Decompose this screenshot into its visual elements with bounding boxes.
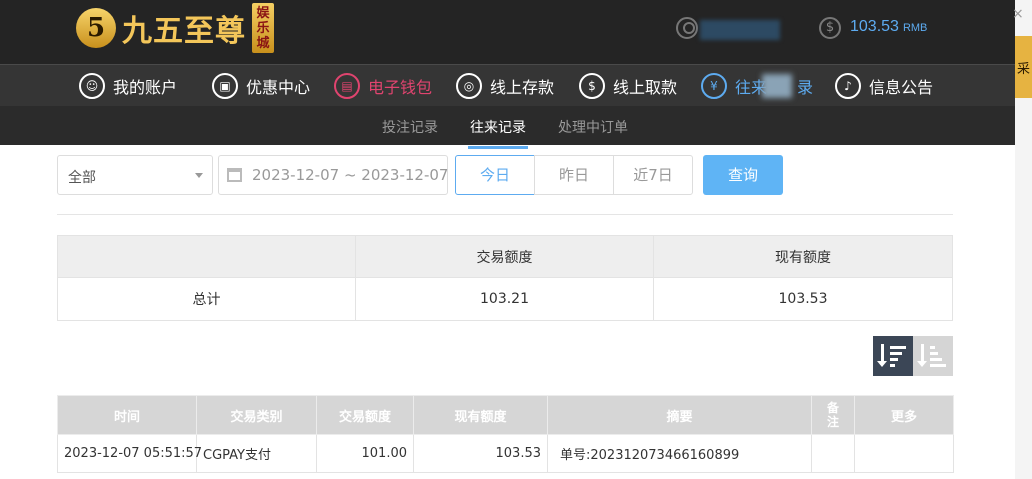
divider [57, 214, 953, 215]
chevron-down-icon [195, 173, 203, 178]
cell-summary: 单号:202312073466160899 [547, 434, 812, 473]
nav-label: 优惠中心 [246, 78, 311, 97]
logo-badge: 娱乐城 [252, 3, 274, 53]
logo-emblem: 5 [76, 8, 116, 48]
nav-transaction-records[interactable]: ¥ 往来录 [701, 70, 813, 102]
summary-header-cell: 交易额度 [355, 235, 654, 278]
cell-balance: 103.53 [413, 434, 548, 473]
user-icon: ☺ [79, 73, 105, 99]
deposit-icon: ◎ [456, 73, 482, 99]
summary-header-cell [57, 235, 356, 278]
column-header-more: 更多 [854, 395, 954, 435]
nav-label: 线上存款 [490, 78, 555, 97]
records-table: 时间 交易类别 交易额度 现有额度 摘要 备注 更多 2023-12-07 05… [57, 395, 954, 473]
site-logo[interactable]: 5 九五至尊 娱乐城 [76, 2, 274, 54]
cell-more[interactable] [854, 434, 954, 473]
nav-label: 线上取款 [613, 78, 678, 97]
cell-amount: 101.00 [316, 434, 414, 473]
sort-descending-button[interactable] [873, 336, 913, 376]
summary-cell: 103.53 [653, 277, 953, 321]
nav-label: 电子钱包 [368, 78, 433, 97]
column-header-summary: 摘要 [547, 395, 812, 435]
wallet-icon: ▤ [334, 73, 360, 99]
username-redacted [700, 20, 780, 40]
withdraw-icon: $ [579, 73, 605, 99]
nav-label-tail: 录 [797, 78, 814, 97]
redaction-mask [762, 74, 792, 98]
tab-pending-orders[interactable]: 处理中订单 [558, 117, 628, 137]
balance-value: 103.53 [850, 18, 899, 35]
bell-icon: ♪ [835, 73, 861, 99]
cell-note [811, 434, 855, 473]
nav-promotions[interactable]: ▣ 优惠中心 [212, 70, 310, 102]
query-button[interactable]: 查询 [703, 155, 783, 195]
balance-unit: RMB [902, 22, 928, 34]
gift-icon: ▣ [212, 73, 238, 99]
summary-header-cell: 现有额度 [653, 235, 953, 278]
records-header-row: 时间 交易类别 交易额度 现有额度 摘要 备注 更多 [57, 395, 954, 435]
column-header-balance: 现有额度 [413, 395, 548, 435]
sort-asc-icon [930, 346, 946, 370]
summary-cell: 103.21 [355, 277, 654, 321]
nav-online-deposit[interactable]: ◎ 线上存款 [456, 70, 554, 102]
cell-time: 2023-12-07 05:51:57 [57, 434, 202, 473]
sub-nav: 投注记录 往来记录 处理中订单 [0, 106, 1015, 149]
balance-display: 103.53 RMB [850, 18, 927, 36]
nav-e-wallet[interactable]: ▤ 电子钱包 [334, 70, 432, 102]
summary-header-row: 交易额度 现有额度 [57, 235, 953, 278]
cell-type: CGPAY支付 [196, 434, 317, 473]
column-header-amount: 交易额度 [316, 395, 414, 435]
nav-my-account[interactable]: ☺ 我的账户 [79, 70, 177, 102]
filter-yesterday-button[interactable]: 昨日 [534, 155, 614, 195]
records-icon: ¥ [701, 73, 727, 99]
sort-desc-icon [890, 346, 906, 370]
side-tab[interactable]: 采 [1015, 36, 1032, 98]
table-row[interactable]: 2023-12-07 05:51:57 CGPAY支付 101.00 103.5… [57, 434, 954, 473]
filter-7days-button[interactable]: 近7日 [613, 155, 693, 195]
nav-online-withdraw[interactable]: $ 线上取款 [579, 70, 677, 102]
column-header-note: 备注 [811, 395, 855, 435]
column-header-time: 时间 [57, 395, 197, 435]
summary-row: 总计 103.21 103.53 [57, 277, 953, 321]
tab-transaction-records[interactable]: 往来记录 [468, 117, 528, 149]
sort-ascending-button[interactable] [913, 336, 953, 376]
category-select-value: 全部 [68, 170, 96, 186]
arrow-down-icon [917, 344, 927, 367]
main-nav: ☺ 我的账户 ▣ 优惠中心 ▤ 电子钱包 ◎ 线上存款 $ 线上取款 ¥ 往来录… [0, 64, 1015, 106]
column-header-type: 交易类别 [196, 395, 317, 435]
summary-cell: 总计 [57, 277, 356, 321]
user-icon[interactable] [676, 17, 698, 39]
nav-announcements[interactable]: ♪ 信息公告 [835, 70, 933, 102]
nav-label: 信息公告 [869, 78, 934, 97]
close-icon[interactable]: × [1012, 6, 1024, 22]
category-select[interactable]: 全部 [57, 155, 213, 195]
date-range-picker[interactable]: 2023-12-07 ~ 2023-12-07 [218, 155, 448, 195]
calendar-icon [227, 168, 242, 182]
logo-text: 九五至尊 [122, 14, 246, 49]
tab-bet-records[interactable]: 投注记录 [382, 117, 438, 137]
top-header: 5 九五至尊 娱乐城 $ 103.53 RMB [0, 0, 1032, 64]
date-range-value: 2023-12-07 ~ 2023-12-07 [252, 166, 449, 184]
coin-icon: $ [819, 17, 841, 39]
arrow-down-icon [877, 344, 887, 367]
filter-today-button[interactable]: 今日 [455, 155, 535, 195]
summary-table: 交易额度 现有额度 总计 103.21 103.53 [57, 235, 953, 321]
nav-label: 我的账户 [113, 78, 178, 97]
